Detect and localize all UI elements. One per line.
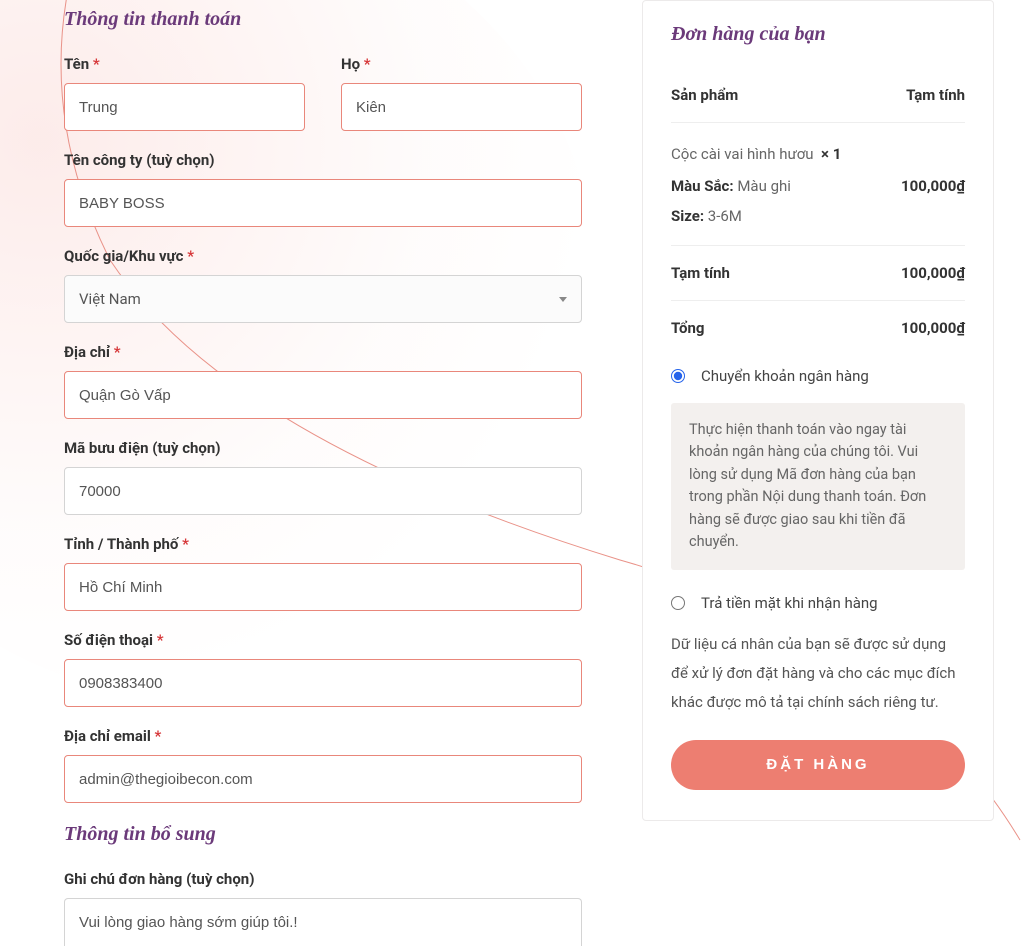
payment-bank-radio[interactable] <box>671 369 685 383</box>
last-name-label: Họ * <box>341 55 582 73</box>
city-label: Tỉnh / Thành phố * <box>64 535 582 553</box>
postcode-label: Mã bưu điện (tuỳ chọn) <box>64 439 582 457</box>
billing-section-title: Thông tin thanh toán <box>64 8 582 31</box>
payment-bank-label: Chuyển khoản ngân hàng <box>701 367 869 385</box>
postcode-input[interactable] <box>64 467 582 515</box>
product-quantity: × 1 <box>821 145 841 163</box>
product-name-line: Cộc cài vai hình hươu × 1 <box>671 145 965 163</box>
first-name-label: Tên * <box>64 55 305 73</box>
order-summary-title: Đơn hàng của bạn <box>671 23 965 46</box>
product-column-header: Sản phẩm <box>671 86 738 104</box>
privacy-policy-link[interactable]: chính sách riêng tư <box>808 693 935 711</box>
email-label: Địa chỉ email * <box>64 727 582 745</box>
phone-label: Số điện thoại * <box>64 631 582 649</box>
product-size: Size: 3-6M <box>671 201 742 231</box>
company-input[interactable] <box>64 179 582 227</box>
total-value: 100,000₫ <box>901 319 965 337</box>
payment-cod-radio[interactable] <box>671 596 685 610</box>
payment-cod-label: Trả tiền mặt khi nhận hàng <box>701 594 878 612</box>
product-line-total: 100,000₫ <box>901 171 965 201</box>
first-name-input[interactable] <box>64 83 305 131</box>
country-select[interactable]: Việt Nam <box>64 275 582 323</box>
phone-input[interactable] <box>64 659 582 707</box>
address-input[interactable] <box>64 371 582 419</box>
address-label: Địa chỉ * <box>64 343 582 361</box>
subtotal-label: Tạm tính <box>671 264 730 282</box>
subtotal-column-header: Tạm tính <box>906 86 965 104</box>
place-order-button[interactable]: ĐẶT HÀNG <box>671 740 965 790</box>
payment-bank-description: Thực hiện thanh toán vào ngay tài khoản … <box>671 403 965 570</box>
privacy-note: Dữ liệu cá nhân của bạn sẽ được sử dụng … <box>671 630 965 718</box>
order-notes-label: Ghi chú đơn hàng (tuỳ chọn) <box>64 870 582 888</box>
company-label: Tên công ty (tuỳ chọn) <box>64 151 582 169</box>
subtotal-value: 100,000₫ <box>901 264 965 282</box>
last-name-input[interactable] <box>341 83 582 131</box>
order-notes-input[interactable] <box>64 898 582 946</box>
country-label: Quốc gia/Khu vực * <box>64 247 582 265</box>
total-label: Tổng <box>671 319 704 337</box>
chevron-down-icon <box>559 297 567 302</box>
city-input[interactable] <box>64 563 582 611</box>
product-color: Màu Sắc: Màu ghi <box>671 171 791 201</box>
email-input[interactable] <box>64 755 582 803</box>
additional-section-title: Thông tin bổ sung <box>64 823 582 846</box>
country-value: Việt Nam <box>79 290 141 308</box>
